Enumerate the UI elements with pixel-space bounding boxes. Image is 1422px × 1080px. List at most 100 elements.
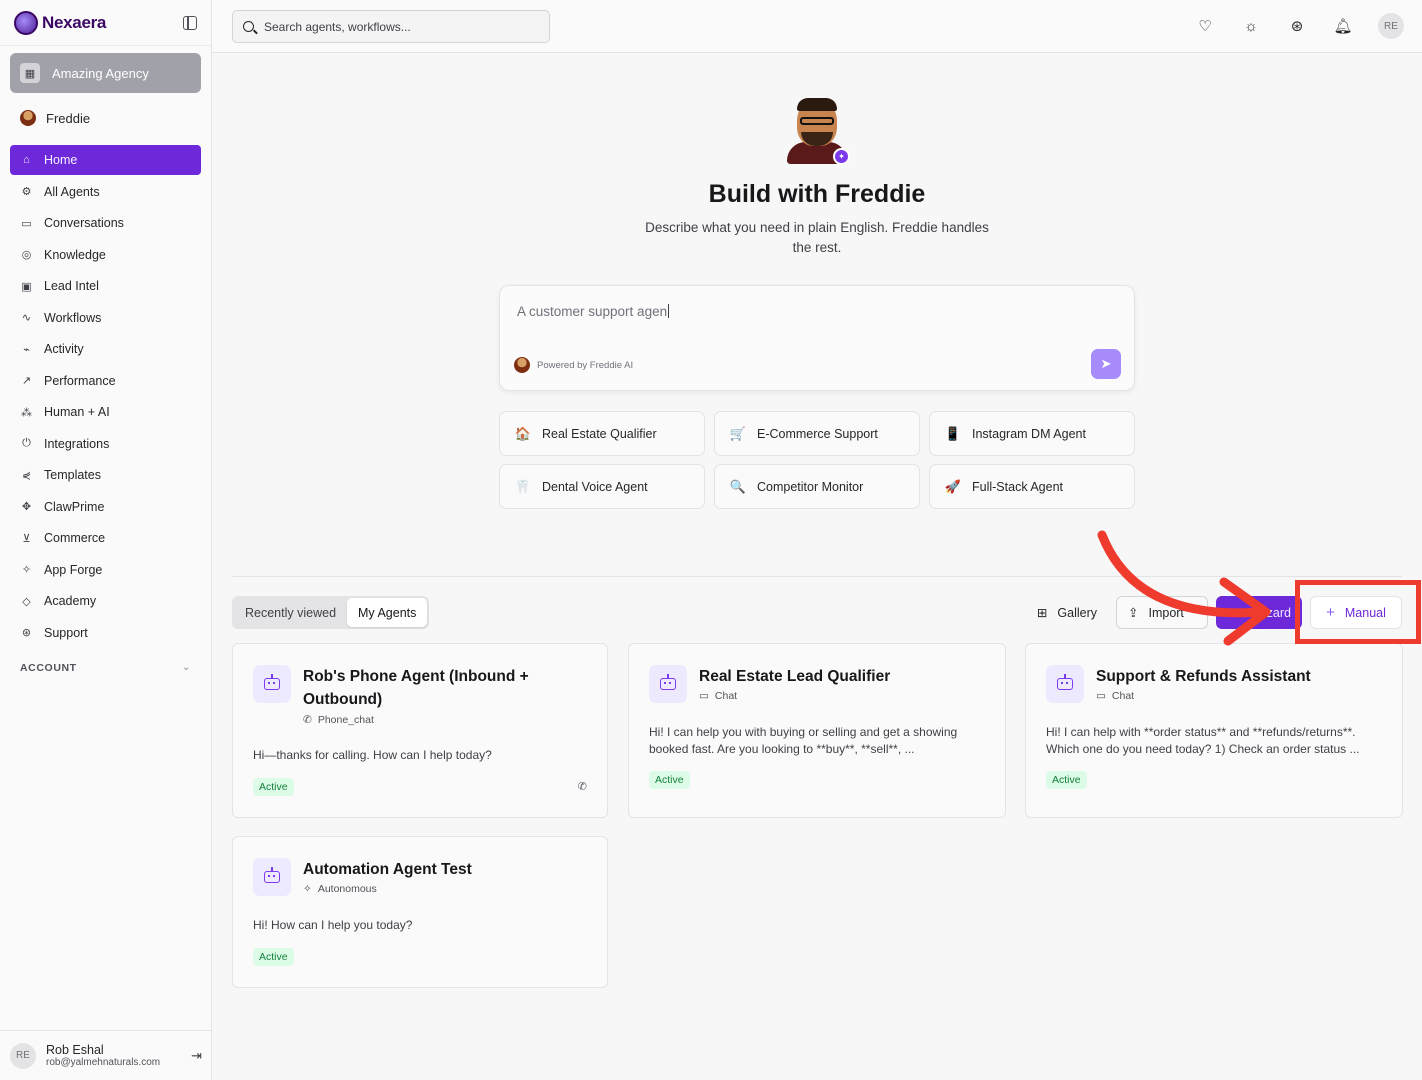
robot-icon: ⚙ bbox=[21, 186, 32, 198]
agent-description: Hi! I can help you with buying or sellin… bbox=[649, 725, 958, 756]
plug-icon: ⏻ bbox=[22, 437, 31, 449]
pulse-icon: ⌁ bbox=[23, 343, 30, 356]
agent-title: Automation Agent Test bbox=[303, 861, 472, 878]
sidebar-item-knowledge[interactable]: ◎ Knowledge bbox=[10, 240, 201, 270]
agent-card[interactable]: Support & Refunds Assistant ▭ Chat Hi! I ca… bbox=[1025, 643, 1403, 818]
prompt-input[interactable]: A customer support agen bbox=[517, 304, 670, 319]
suggestion-chips: 🏠 Real Estate Qualifier 🛒 E-Commerce Suppor… bbox=[499, 411, 1135, 509]
status-badge: Active bbox=[1046, 771, 1087, 789]
sidebar-item-label: Lead Intel bbox=[44, 279, 99, 293]
bot-icon bbox=[1057, 674, 1073, 690]
agency-name: Amazing Agency bbox=[52, 65, 149, 81]
app-logo[interactable]: Nexaera bbox=[14, 10, 106, 35]
sidebar-item-label: Performance bbox=[44, 373, 116, 388]
brain-icon: ◎ bbox=[21, 249, 32, 261]
sidebar-item-academy[interactable]: ◇ Academy bbox=[10, 586, 201, 616]
sidebar-item-all-agents[interactable]: ⚙ All Agents bbox=[10, 177, 201, 207]
chip-label: E-Commerce Support bbox=[757, 426, 878, 441]
sidebar-item-performance[interactable]: ↗ Performance bbox=[10, 366, 201, 396]
sidebar: Nexaera ▦ Amazing Agency Freddie ⌂ Home ⚙ A… bbox=[0, 0, 212, 1080]
tab-recently-viewed[interactable]: Recently viewed bbox=[234, 598, 347, 627]
chevron-down-icon: ⌄ bbox=[182, 661, 191, 673]
chip-emoji-icon: 🦷 bbox=[514, 478, 532, 494]
manual-button[interactable]: + Manual bbox=[1310, 596, 1402, 629]
status-badge: Active bbox=[649, 771, 690, 789]
suggestion-chip[interactable]: 🏠 Real Estate Qualifier bbox=[499, 411, 705, 456]
agent-type-icon: ✆ bbox=[303, 714, 312, 726]
sidebar-item-label: Home bbox=[44, 153, 78, 167]
bell-icon[interactable]: 🔔︎ bbox=[1332, 17, 1354, 35]
graduation-icon: ◇ bbox=[22, 595, 31, 608]
agent-card[interactable]: Automation Agent Test ✧ Autonomous Hi! How … bbox=[232, 836, 608, 988]
agency-switcher[interactable]: ▦ Amazing Agency bbox=[10, 53, 201, 93]
heart-icon[interactable]: ♡ bbox=[1194, 17, 1216, 35]
phone-icon: ✆ bbox=[577, 781, 587, 793]
agent-type-icon: ✧ bbox=[303, 883, 312, 895]
lifebuoy-icon[interactable]: ⊛ bbox=[1286, 17, 1308, 35]
annotation-arrow bbox=[1097, 530, 1271, 646]
agent-card[interactable]: Real Estate Lead Qualifier ▭ Chat Hi! I can… bbox=[628, 643, 1006, 818]
sidebar-item-label: Integrations bbox=[44, 436, 110, 451]
sidebar-item-activity[interactable]: ⌁ Activity bbox=[10, 334, 201, 364]
prompt-box[interactable]: A customer support agen Powered by Fredd… bbox=[499, 285, 1135, 391]
logo-row: Nexaera bbox=[0, 0, 211, 46]
sidebar-collapse-icon[interactable] bbox=[183, 15, 197, 30]
suggestion-chip[interactable]: 🛒 E-Commerce Support bbox=[714, 411, 920, 456]
chip-emoji-icon: 🏠 bbox=[514, 425, 532, 441]
sun-icon[interactable]: ☼ bbox=[1240, 18, 1262, 35]
grid-icon: ⊞ bbox=[1036, 606, 1048, 620]
search-input[interactable]: Search agents, workflows... bbox=[232, 10, 550, 43]
agent-type: ✆ Phone_chat bbox=[303, 714, 374, 726]
agent-card[interactable]: Rob's Phone Agent (Inbound + Outbound) ✆ P… bbox=[232, 643, 608, 818]
home-icon: ⌂ bbox=[23, 154, 30, 166]
profile-email: rob@yalmehnaturals.com bbox=[46, 1057, 161, 1068]
bot-icon-tile bbox=[253, 665, 291, 703]
powered-by: Powered by Freddie AI bbox=[514, 357, 633, 373]
tab-my-agents[interactable]: My Agents bbox=[347, 598, 428, 627]
page-subtitle: Describe what you need in plain English.… bbox=[645, 220, 989, 255]
suggestion-chip[interactable]: 🔍 Competitor Monitor bbox=[714, 464, 920, 509]
freddie-hero-avatar: ✦ bbox=[785, 98, 850, 166]
chip-label: Competitor Monitor bbox=[757, 479, 864, 494]
cart-icon: ⊻ bbox=[22, 532, 31, 545]
suggestion-chip[interactable]: 🦷 Dental Voice Agent bbox=[499, 464, 705, 509]
avatar: RE bbox=[10, 1042, 36, 1069]
sidebar-item-templates[interactable]: ⋞ Templates bbox=[10, 460, 201, 490]
account-section-toggle[interactable]: ACCOUNT ⌄ bbox=[20, 662, 191, 674]
sidebar-item-label: Academy bbox=[44, 594, 97, 608]
sidebar-item-app-forge[interactable]: ✧ App Forge bbox=[10, 555, 201, 585]
suggestion-chip[interactable]: 🚀 Full-Stack Agent bbox=[929, 464, 1135, 509]
sidebar-item-lead-intel[interactable]: ▣ Lead Intel bbox=[10, 271, 201, 301]
sidebar-item-home[interactable]: ⌂ Home bbox=[10, 145, 201, 175]
chip-emoji-icon: 🚀 bbox=[944, 478, 962, 494]
bot-icon-tile bbox=[649, 665, 687, 703]
building-icon: ▦ bbox=[20, 63, 40, 83]
search-placeholder: Search agents, workflows... bbox=[264, 19, 411, 34]
sidebar-item-commerce[interactable]: ⊻ Commerce bbox=[10, 523, 201, 553]
agent-user-switcher[interactable]: Freddie bbox=[10, 103, 201, 133]
network-icon: ⁂ bbox=[21, 406, 32, 419]
sidebar-item-label: Support bbox=[44, 625, 88, 640]
agent-title: Support & Refunds Assistant bbox=[1096, 668, 1311, 685]
chip-label: Real Estate Qualifier bbox=[542, 426, 657, 441]
sidebar-item-workflows[interactable]: ∿ Workflows bbox=[10, 303, 201, 333]
sidebar-item-clawprime[interactable]: ✥ ClawPrime bbox=[10, 492, 201, 522]
sidebar-item-integrations[interactable]: ⏻ Integrations bbox=[10, 429, 201, 459]
bot-icon bbox=[660, 674, 676, 690]
trend-icon: ↗ bbox=[21, 375, 32, 387]
sidebar-item-label: App Forge bbox=[44, 562, 103, 577]
workflow-icon: ∿ bbox=[21, 312, 32, 324]
send-button[interactable]: ➤ bbox=[1091, 349, 1121, 379]
logout-icon[interactable]: ⇥ bbox=[191, 1048, 202, 1064]
avatar[interactable]: RE bbox=[1378, 13, 1404, 39]
sidebar-item-conversations[interactable]: ▭ Conversations bbox=[10, 208, 201, 238]
profile-name: Rob Eshal bbox=[46, 1043, 104, 1057]
search-icon bbox=[243, 21, 254, 32]
lifebuoy-icon: ⊛ bbox=[21, 627, 32, 639]
sidebar-item-human-ai[interactable]: ⁂ Human + AI bbox=[10, 397, 201, 427]
paw-icon: ✥ bbox=[21, 501, 32, 513]
suggestion-chip[interactable]: 📱 Instagram DM Agent bbox=[929, 411, 1135, 456]
user-profile[interactable]: RE Rob Eshal rob@yalmehnaturals.com ⇥ bbox=[0, 1030, 212, 1080]
sidebar-item-support[interactable]: ⊛ Support bbox=[10, 618, 201, 648]
contact-icon: ▣ bbox=[21, 280, 32, 293]
